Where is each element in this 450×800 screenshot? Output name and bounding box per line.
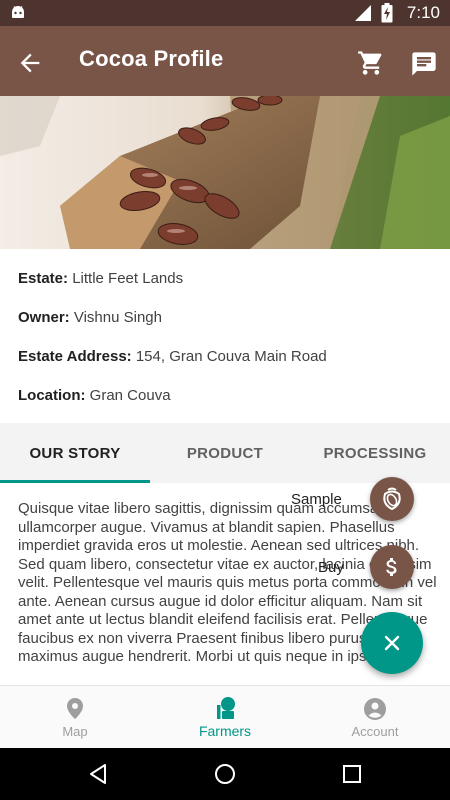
address-label: Estate Address: [18,348,132,365]
close-icon [384,635,400,651]
account-icon [364,697,386,720]
buy-fab-button[interactable] [370,545,414,589]
status-time: 7:10 [406,3,440,22]
address-value: 154, Gran Couva Main Road [135,348,327,365]
active-tab-indicator [0,480,150,483]
page-title: Cocoa Profile [79,46,224,71]
tab-product[interactable]: PRODUCT [150,423,300,483]
home-circle-icon[interactable] [213,762,237,786]
nav-label-account: Account [351,723,399,739]
estate-row: Estate: Little Feet Lands [18,270,183,287]
close-fab-button[interactable] [361,612,423,674]
location-row: Location: Gran Couva [18,387,171,404]
cocoa-pod-icon [383,487,401,511]
estate-info-section: Estate: Little Feet Lands Owner: Vishnu … [0,249,450,423]
owner-label: Owner: [18,309,70,326]
location-value: Gran Couva [89,387,171,404]
location-label: Location: [18,387,86,404]
dollar-icon [386,558,397,576]
owner-row: Owner: Vishnu Singh [18,309,162,326]
buy-label: Buy [318,559,344,576]
app-toolbar: Cocoa Profile [0,26,450,96]
system-navigation-bar [0,748,450,800]
network-type-label: LTE [347,3,362,12]
nav-item-farmers[interactable]: Farmers [150,686,300,749]
cocoa-hero-image [0,96,450,249]
android-notification-icon [12,6,24,18]
nav-item-account[interactable]: Account [300,686,450,749]
address-row: Estate Address: 154, Gran Couva Main Roa… [18,348,327,365]
estate-value: Little Feet Lands [72,270,184,287]
nav-item-map[interactable]: Map [0,686,150,749]
nav-label-farmers: Farmers [198,723,252,739]
tab-bar: OUR STORY PRODUCT PROCESSING [0,423,450,483]
status-bar: LTE 7:10 [0,0,450,26]
message-icon[interactable] [410,50,438,78]
shopping-cart-icon[interactable] [357,49,385,77]
tab-our-story[interactable]: OUR STORY [0,423,150,483]
back-arrow-icon[interactable] [16,49,44,77]
estate-label: Estate: [18,270,69,287]
recents-square-icon[interactable] [340,762,364,786]
sample-label: Sample [291,491,342,508]
sample-fab-button[interactable] [370,477,414,521]
back-triangle-icon[interactable] [86,762,110,786]
owner-value: Vishnu Singh [73,309,162,326]
map-pin-icon [67,697,83,719]
tab-processing[interactable]: PROCESSING [300,423,450,483]
nav-label-map: Map [62,723,88,739]
farmer-icon [217,697,235,719]
battery-charging-icon [381,3,393,23]
bottom-navigation: Map Farmers Account [0,685,450,749]
